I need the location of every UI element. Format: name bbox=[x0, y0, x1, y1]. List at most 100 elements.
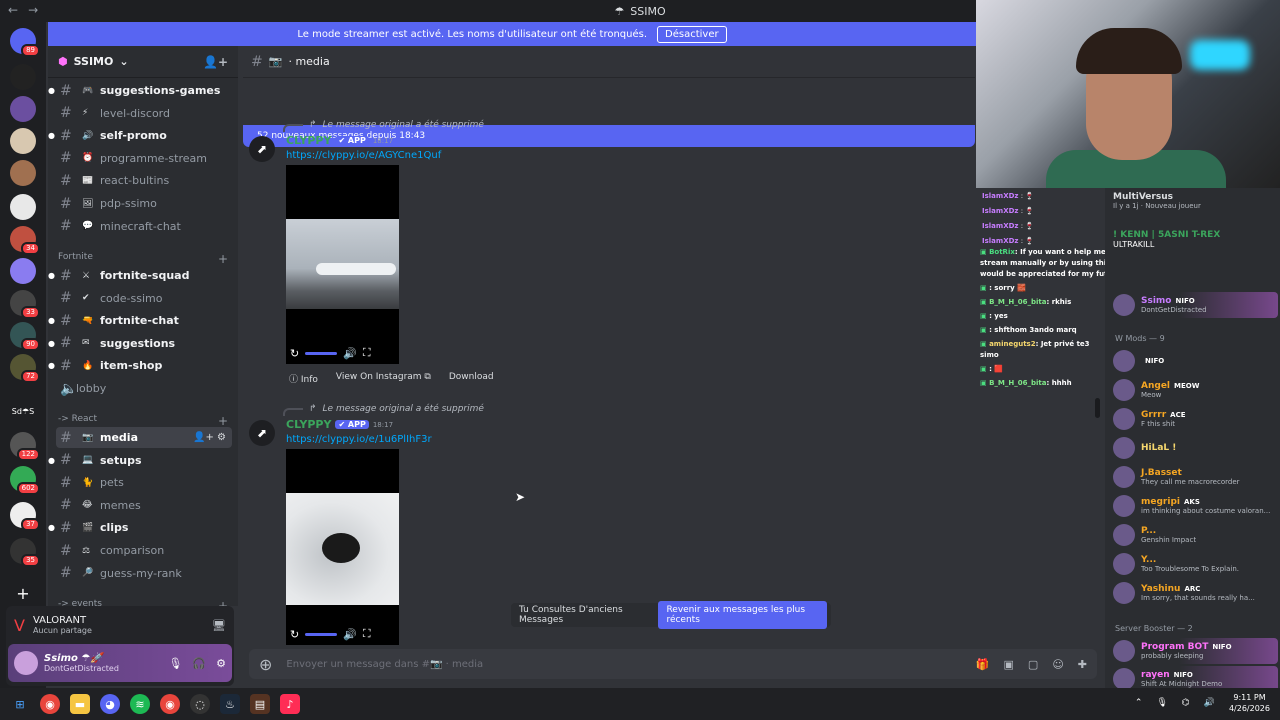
tiktok-icon[interactable]: ♪ bbox=[280, 694, 300, 714]
disable-streamer-button[interactable]: Désactiver bbox=[657, 25, 727, 43]
windows-start-icon[interactable]: ⊞ bbox=[10, 694, 30, 714]
member-item[interactable]: Y... Too Troublesome To Explain. bbox=[1113, 551, 1278, 577]
member-item[interactable]: megripi AKS im thinking about costume valo… bbox=[1113, 493, 1278, 519]
channel-react-bultins[interactable]: # 📰 react-bultins bbox=[56, 170, 232, 191]
headphones-icon[interactable]: 🎧 bbox=[192, 657, 206, 670]
discord-icon[interactable]: ◕ bbox=[100, 694, 120, 714]
fullscreen-icon[interactable]: ⛶ bbox=[363, 627, 371, 641]
message-composer[interactable]: ⊕ Envoyer un message dans #📷 · media 🎁 ▣… bbox=[249, 649, 1097, 679]
member-item[interactable]: HiLaL ! bbox=[1113, 435, 1278, 461]
guild-icon[interactable] bbox=[10, 128, 36, 154]
user-row[interactable]: Ssimo ☂🚀 DontGetDistracted 🎙 🎧 ⚙ bbox=[8, 644, 232, 682]
reply-reference[interactable]: ↱ Le message original a été supprimé bbox=[283, 404, 484, 416]
create-channel-icon[interactable]: + bbox=[218, 252, 228, 266]
guild-icon[interactable] bbox=[10, 96, 36, 122]
sticker-icon[interactable]: ▢ bbox=[1028, 658, 1038, 671]
channel-code-ssimo[interactable]: # ✔ code-ssimo bbox=[56, 288, 232, 309]
guild-folder-icon[interactable]: 37 bbox=[10, 502, 40, 531]
member-item[interactable]: MultiVersus Il y a 1j · Nouveau joueur bbox=[1113, 188, 1278, 214]
gift-icon[interactable]: 🎁 bbox=[976, 658, 990, 671]
channel-settings-icon[interactable]: 👤+ ⚙ bbox=[193, 432, 226, 443]
apps-icon[interactable]: ✚ bbox=[1078, 658, 1087, 671]
replay-icon[interactable]: ↻ bbox=[290, 347, 299, 360]
view-on-instagram-button[interactable]: View On Instagram ⧉ bbox=[336, 372, 431, 385]
channel-programme-stream[interactable]: # ⏰ programme-stream bbox=[56, 148, 232, 169]
category-fortnite[interactable]: Fortnite + bbox=[58, 252, 228, 266]
member-item[interactable]: Yashinu ARC Im sorry, that sounds really h… bbox=[1113, 580, 1278, 606]
channel-suggestions-games[interactable]: ● # 🎮 suggestions-games bbox=[48, 80, 232, 101]
screen-share-icon[interactable]: 🖥 bbox=[212, 619, 226, 632]
avatar[interactable] bbox=[14, 651, 38, 675]
channel-guess-my-rank[interactable]: # 🔎 guess-my-rank bbox=[56, 563, 232, 584]
channel-comparison[interactable]: # ⚖ comparison bbox=[56, 540, 232, 561]
member-item[interactable]: Angel MEOW Meow bbox=[1113, 377, 1278, 403]
add-attachment-icon[interactable]: ⊕ bbox=[259, 655, 272, 674]
add-server-icon[interactable]: + bbox=[10, 580, 36, 606]
channel-media[interactable]: # 📷 media 👤+ ⚙ bbox=[56, 427, 232, 448]
guild-folder-icon[interactable]: 90 bbox=[10, 322, 40, 351]
microphone-icon[interactable]: 🎙 bbox=[1156, 698, 1167, 708]
guild-icon[interactable] bbox=[10, 194, 36, 220]
channel-setups[interactable]: ● # 💻 setups bbox=[48, 450, 232, 471]
replay-icon[interactable]: ↻ bbox=[290, 628, 299, 641]
gif-icon[interactable]: ▣ bbox=[1004, 658, 1014, 671]
app-icon[interactable]: ◌ bbox=[190, 694, 210, 714]
guild-folder-icon[interactable]: 33 bbox=[10, 290, 40, 319]
channel-self-promo[interactable]: ● # 🔊 self-promo bbox=[48, 125, 232, 146]
volume-slider[interactable] bbox=[305, 351, 338, 355]
guild-folder-icon[interactable]: 122 bbox=[10, 432, 40, 461]
guild-icon[interactable]: 34 bbox=[10, 226, 40, 255]
chevron-up-icon[interactable]: ⌃ bbox=[1135, 698, 1143, 708]
member-item[interactable]: ! KENN | 5ASNI T-REX ULTRAKILL bbox=[1113, 226, 1278, 252]
guild-icon[interactable] bbox=[10, 160, 36, 186]
fullscreen-icon[interactable]: ⛶ bbox=[363, 346, 371, 360]
video-embed[interactable]: ↻ 🔊 ⛶ bbox=[286, 449, 399, 645]
channel-item-shop[interactable]: ● # 🔥 item-shop bbox=[48, 355, 232, 376]
category-react[interactable]: -> React + bbox=[58, 414, 228, 428]
volume-icon[interactable]: 🔊 bbox=[343, 628, 357, 641]
jump-to-present-button[interactable]: Revenir aux messages les plus récents bbox=[658, 601, 827, 629]
guild-folder-icon[interactable]: 602 bbox=[10, 466, 40, 495]
channel-level-discord[interactable]: # ⚡ level-discord bbox=[56, 103, 232, 124]
chrome-icon[interactable]: ◉ bbox=[160, 694, 180, 714]
scrollbar[interactable] bbox=[1095, 398, 1100, 418]
clock[interactable]: 9:11 PM 4/26/2026 bbox=[1229, 692, 1270, 714]
reply-reference[interactable]: ↱ Le message original a été supprimé bbox=[283, 120, 484, 132]
channel-pdp-ssimo[interactable]: # 🖼 pdp-ssimo bbox=[56, 193, 232, 214]
guild-icon[interactable] bbox=[10, 64, 36, 90]
channel-pets[interactable]: # 🐈 pets bbox=[56, 472, 232, 493]
volume-icon[interactable]: 🔊 bbox=[343, 347, 357, 360]
server-header[interactable]: ⬢ SSIMO ⌄ 👤+ bbox=[48, 46, 238, 78]
member-item[interactable]: Program BOT NIFO probably sleeping bbox=[1113, 638, 1278, 664]
channel-minecraft-chat[interactable]: # 💬 minecraft-chat bbox=[56, 216, 232, 237]
bot-avatar[interactable]: ⬈ bbox=[249, 420, 275, 446]
message-input[interactable]: Envoyer un message dans #📷 · media bbox=[286, 659, 483, 670]
volume-slider[interactable] bbox=[305, 632, 338, 636]
guild-folder-icon[interactable]: 72 bbox=[10, 354, 40, 383]
guild-icon[interactable] bbox=[10, 258, 36, 284]
chrome-icon[interactable]: ◉ bbox=[40, 694, 60, 714]
voice-channel-lobby[interactable]: 🔈 lobby bbox=[56, 378, 232, 399]
member-item[interactable]: P... Genshin Impact bbox=[1113, 522, 1278, 548]
create-channel-icon[interactable]: + bbox=[218, 414, 228, 428]
video-embed[interactable]: ↻ 🔊 ⛶ bbox=[286, 165, 399, 364]
spotify-icon[interactable]: ≋ bbox=[130, 694, 150, 714]
dm-home-icon[interactable]: 89 bbox=[10, 28, 40, 57]
bot-avatar[interactable]: ⬈ bbox=[249, 136, 275, 162]
download-button[interactable]: Download bbox=[449, 372, 494, 385]
channel-suggestions[interactable]: ● # ✉ suggestions bbox=[48, 333, 232, 354]
forward-icon[interactable]: → bbox=[28, 3, 38, 17]
steam-icon[interactable]: ♨ bbox=[220, 694, 240, 714]
info-button[interactable]: ⓘ Info bbox=[289, 372, 318, 385]
member-item[interactable]: NIFO bbox=[1113, 348, 1278, 374]
volume-icon[interactable]: 🔊 bbox=[1204, 698, 1215, 708]
channel-fortnite-chat[interactable]: ● # 🔫 fortnite-chat bbox=[48, 310, 232, 331]
member-item[interactable]: J.Basset They call me macrorecorder bbox=[1113, 464, 1278, 490]
channel-fortnite-squad[interactable]: ● # ⚔ fortnite-squad bbox=[48, 265, 232, 286]
author-name[interactable]: CLYPPY bbox=[286, 134, 331, 147]
file-explorer-icon[interactable]: ▬ bbox=[70, 694, 90, 714]
network-icon[interactable]: ⌬ bbox=[1182, 698, 1190, 708]
back-icon[interactable]: ← bbox=[8, 3, 18, 17]
channel-memes[interactable]: # 😂 memes bbox=[56, 495, 232, 516]
emoji-icon[interactable]: ☺ bbox=[1052, 658, 1063, 671]
